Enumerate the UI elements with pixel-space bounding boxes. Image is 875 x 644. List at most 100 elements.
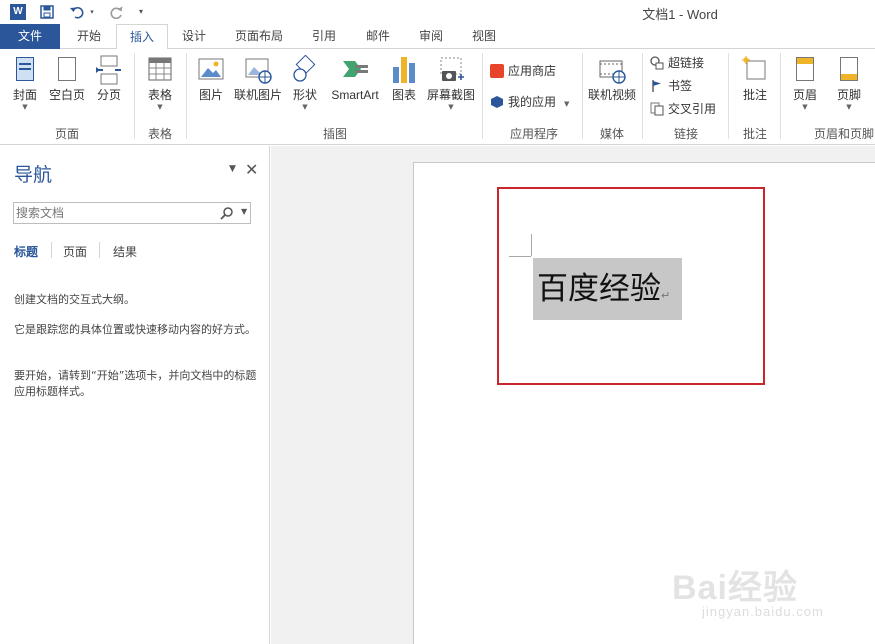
bookmark-icon — [650, 79, 664, 93]
nav-pane-title: 导航 — [14, 164, 53, 186]
table-button[interactable]: 表格 ▼ — [140, 55, 180, 112]
ribbon-insert: 封面 ▼ 空白页 分页 页面 表格 ▼ 表格 图片 联机图片 形状 ▼ Smar… — [0, 49, 875, 145]
margin-marker — [531, 234, 532, 256]
page-break-icon — [95, 55, 123, 85]
tab-insert[interactable]: 插入 — [116, 24, 168, 50]
cover-page-button[interactable]: 封面 ▼ — [6, 55, 44, 112]
nav-tab-results[interactable]: 结果 — [113, 243, 137, 260]
shapes-icon — [291, 54, 319, 85]
blank-page-button[interactable]: 空白页 — [46, 55, 88, 103]
nav-tab-headings[interactable]: 标题 — [14, 243, 38, 260]
smartart-icon — [341, 55, 369, 85]
close-icon[interactable]: ✕ — [245, 160, 258, 179]
cross-reference-button[interactable]: 交叉引用 — [650, 99, 716, 119]
group-label-header-footer: 页眉和页脚 — [814, 127, 875, 141]
nav-tab-pages[interactable]: 页面 — [63, 243, 87, 260]
tab-references[interactable]: 引用 — [300, 24, 348, 49]
tab-view[interactable]: 视图 — [460, 24, 508, 49]
tab-design[interactable]: 设计 — [170, 24, 218, 49]
paragraph-mark: ↵ — [661, 289, 671, 302]
search-icon[interactable] — [220, 206, 234, 220]
chevron-down-icon: ▼ — [846, 103, 852, 111]
chevron-down-icon: ▼ — [802, 103, 808, 111]
cross-reference-icon — [650, 102, 664, 116]
cover-page-icon — [11, 55, 39, 85]
group-separator — [134, 53, 135, 139]
group-separator — [780, 53, 781, 139]
watermark-logo-text: Bai经验 — [672, 569, 798, 607]
table-icon — [146, 55, 174, 85]
bookmark-button[interactable]: 书签 — [650, 76, 692, 96]
screenshot-icon — [437, 55, 465, 85]
comment-icon — [741, 55, 769, 85]
search-input[interactable] — [16, 204, 216, 222]
undo-icon[interactable] — [66, 3, 88, 21]
baidu-jingyan-watermark: Bai经验 jingyan.baidu.com — [672, 560, 872, 630]
title-bar: W ▾ ▾ 文档1 - Word — [0, 0, 875, 24]
group-label-pages: 页面 — [54, 127, 79, 141]
smartart-button[interactable]: SmartArt — [326, 55, 384, 103]
online-video-button[interactable]: 联机视频 — [586, 55, 638, 103]
word-app-icon[interactable]: W — [10, 4, 26, 20]
page-break-button[interactable]: 分页 — [92, 55, 126, 103]
watermark-url: jingyan.baidu.com — [702, 604, 824, 619]
save-icon[interactable] — [38, 3, 56, 21]
header-icon — [791, 55, 819, 85]
selected-text[interactable]: 百度经验↵ — [533, 258, 683, 320]
nav-search-box[interactable]: ▼ — [13, 202, 251, 224]
nav-tab-divider — [99, 242, 100, 258]
chevron-down-icon: ▼ — [157, 103, 163, 111]
group-separator — [482, 53, 483, 139]
picture-button[interactable]: 图片 — [192, 55, 230, 103]
group-label-apps: 应用程序 — [509, 127, 558, 141]
window-title: 文档1 - Word — [642, 7, 718, 22]
nav-help-text-1: 创建文档的交互式大纲。 — [14, 293, 135, 306]
group-separator — [582, 53, 583, 139]
footer-icon — [835, 55, 863, 85]
store-icon — [490, 63, 504, 78]
my-apps-button[interactable]: 我的应用 ▼ — [490, 92, 569, 112]
tab-page-layout[interactable]: 页面布局 — [224, 24, 294, 49]
my-apps-icon — [490, 95, 504, 109]
nav-help-text-3: 要开始，请转到“开始”选项卡，并向文档中的标题应用标题样式。 — [14, 369, 257, 398]
group-label-tables: 表格 — [147, 127, 172, 141]
ribbon-tabs: 文件 开始 插入 设计 页面布局 引用 邮件 审阅 视图 — [0, 24, 875, 50]
group-separator — [728, 53, 729, 139]
tab-review[interactable]: 审阅 — [407, 24, 455, 49]
chart-button[interactable]: 图表 — [388, 55, 420, 103]
chevron-down-icon: ▼ — [564, 100, 570, 108]
group-label-illustrations: 插图 — [322, 127, 347, 141]
office-store-button[interactable]: 应用商店 — [490, 61, 556, 81]
group-label-comments: 批注 — [742, 127, 767, 141]
chevron-down-icon: ▼ — [302, 103, 308, 111]
footer-button[interactable]: 页脚 ▼ — [830, 55, 868, 112]
nav-tab-divider — [51, 242, 52, 258]
group-separator — [642, 53, 643, 139]
tab-file[interactable]: 文件 — [0, 24, 60, 49]
shapes-button[interactable]: 形状 ▼ — [288, 54, 322, 112]
new-comment-button[interactable]: 批注 — [736, 55, 774, 103]
hyperlink-icon — [650, 55, 664, 70]
redo-icon[interactable] — [108, 3, 126, 21]
online-picture-button[interactable]: 联机图片 — [232, 55, 284, 103]
tab-mailings[interactable]: 邮件 — [354, 24, 402, 49]
customize-qat-icon[interactable]: ▾ — [136, 3, 146, 21]
chevron-down-icon[interactable]: ▼ — [241, 207, 247, 216]
header-button[interactable]: 页眉 ▼ — [786, 55, 824, 112]
screenshot-button[interactable]: 屏幕截图 ▼ — [424, 55, 478, 112]
tab-home[interactable]: 开始 — [64, 24, 114, 49]
picture-icon — [197, 55, 225, 85]
chevron-down-icon: ▼ — [22, 103, 28, 111]
group-separator — [186, 53, 187, 139]
undo-dropdown-icon[interactable]: ▾ — [88, 3, 96, 21]
group-label-media: 媒体 — [599, 127, 624, 141]
nav-pane-options-icon[interactable]: ▼ — [229, 164, 236, 174]
nav-help-text-2: 它是跟踪您的具体位置或快速移动内容的好方式。 — [14, 323, 256, 336]
online-video-icon — [598, 55, 626, 85]
chevron-down-icon: ▼ — [448, 103, 454, 111]
chart-icon — [390, 55, 418, 85]
blank-page-icon — [53, 55, 81, 85]
group-label-links: 链接 — [673, 127, 698, 141]
online-picture-icon — [244, 55, 272, 85]
hyperlink-button[interactable]: 超链接 — [650, 53, 704, 73]
